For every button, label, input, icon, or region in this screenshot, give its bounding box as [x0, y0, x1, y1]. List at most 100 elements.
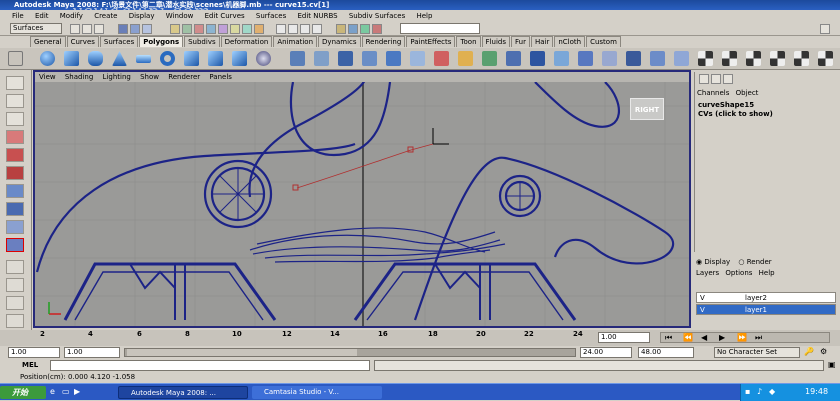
split-polygon-icon[interactable] [554, 51, 569, 66]
lasso-tool-icon[interactable] [6, 94, 24, 108]
menu-edit-curves[interactable]: Edit Curves [205, 12, 245, 20]
view-cube-label[interactable]: RIGHT [630, 98, 664, 120]
rotate-tool-icon[interactable] [6, 148, 24, 162]
boolean-union-icon[interactable] [386, 51, 401, 66]
channel-box-cvs[interactable]: CVs (click to show) [698, 110, 773, 118]
shelf-tab-subdivs[interactable]: Subdivs [184, 36, 220, 47]
top-right-curve[interactable] [534, 82, 620, 128]
mask-dynamics-icon[interactable] [230, 24, 240, 34]
viewport-menu-panels[interactable]: Panels [209, 73, 232, 81]
open-scene-icon[interactable] [82, 24, 92, 34]
last-tool-icon[interactable] [6, 238, 24, 252]
shelf-tab-dynamics[interactable]: Dynamics [318, 36, 361, 47]
mask-surfaces-icon[interactable] [206, 24, 216, 34]
layer-visibility[interactable]: V [700, 294, 705, 302]
uv-layout-icon[interactable] [722, 51, 737, 66]
channel-menu-channels[interactable]: Channels [697, 89, 729, 97]
viewport-menu-shading[interactable]: Shading [65, 73, 93, 81]
shelf-tab-polygons[interactable]: Polygons [139, 36, 184, 47]
character-set-dropdown[interactable]: No Character Set [714, 347, 800, 358]
mask-misc-icon[interactable] [254, 24, 264, 34]
display-radio-label[interactable]: Display [704, 258, 730, 266]
quicklaunch-ie-icon[interactable]: e [50, 387, 55, 396]
move-manipulator-icon[interactable] [432, 128, 449, 145]
go-start-icon[interactable]: ⏮ [665, 333, 672, 343]
select-component-icon[interactable] [142, 24, 152, 34]
bridge-icon[interactable] [482, 51, 497, 66]
quicklaunch-media-icon[interactable]: ▶ [74, 387, 80, 396]
mask-curves-icon[interactable] [194, 24, 204, 34]
layout-single-icon[interactable] [6, 260, 24, 274]
shelf-menu-icon[interactable] [8, 51, 23, 66]
channel-box-node[interactable]: curveShape15 [698, 101, 754, 109]
shelf-tab-rendering[interactable]: Rendering [361, 36, 406, 47]
insert-edge-loop-icon[interactable] [578, 51, 593, 66]
menu-file[interactable]: File [12, 12, 24, 20]
tray-network-icon[interactable]: ▪ [745, 387, 750, 396]
paint-select-tool-icon[interactable] [6, 112, 24, 126]
cylindrical-map-icon[interactable] [794, 51, 809, 66]
render-radio-label[interactable]: Render [747, 258, 772, 266]
tray-ime-icon[interactable]: ◆ [769, 387, 775, 396]
shelf-tab-fur[interactable]: Fur [510, 36, 530, 47]
menu-modify[interactable]: Modify [60, 12, 83, 20]
poly-plane-icon[interactable] [136, 55, 151, 63]
shelf-tab-ncloth[interactable]: nCloth [554, 36, 586, 47]
task-camtasia[interactable]: Camtasia Studio - V... [252, 386, 382, 399]
cv-point-0[interactable] [292, 184, 299, 191]
poly-cone-icon[interactable] [112, 51, 127, 66]
shelf-tab-toon[interactable]: Toon [456, 36, 481, 47]
layout-outliner-icon[interactable] [6, 314, 24, 328]
poly-cube-icon[interactable] [64, 51, 79, 66]
extract-icon[interactable] [338, 51, 353, 66]
layer-name[interactable]: layer1 [745, 306, 767, 314]
left-body-curve[interactable] [35, 142, 356, 273]
mel-input[interactable] [50, 360, 370, 371]
shelf-tab-fluids[interactable]: Fluids [481, 36, 510, 47]
poly-pipe-icon[interactable] [232, 51, 247, 66]
planar-map-icon[interactable] [770, 51, 785, 66]
checker-icon[interactable] [698, 51, 713, 66]
append-polygon-icon[interactable] [506, 51, 521, 66]
render-globals-icon[interactable] [372, 24, 382, 34]
viewport-menu-show[interactable]: Show [140, 73, 159, 81]
poly-cylinder-icon[interactable] [88, 51, 103, 66]
channel-menu-object[interactable]: Object [736, 89, 759, 97]
shelf-tab-surfaces[interactable]: Surfaces [99, 36, 139, 47]
viewport-menu-view[interactable]: View [39, 73, 56, 81]
fill-hole-icon[interactable] [530, 51, 545, 66]
shelf-tab-curves[interactable]: Curves [66, 36, 99, 47]
play-forward-icon[interactable]: ▶ [719, 333, 725, 342]
select-tool-icon[interactable] [6, 76, 24, 90]
layer-row-selected[interactable]: V layer1 [696, 304, 836, 315]
shelf-tab-hair[interactable]: Hair [530, 36, 554, 47]
snap-view-plane-icon[interactable] [312, 24, 322, 34]
shelf-tab-general[interactable]: General [30, 36, 66, 47]
step-back-icon[interactable]: ⏪ [683, 333, 693, 342]
poly-sphere-icon[interactable] [40, 51, 55, 66]
viewport-menu-lighting[interactable]: Lighting [103, 73, 131, 81]
start-button[interactable]: 开始 [0, 386, 46, 399]
viewport-panel[interactable]: View Shading Lighting Show Renderer Pane… [33, 70, 691, 328]
menu-surfaces[interactable]: Surfaces [256, 12, 286, 20]
universal-manipulator-icon[interactable] [6, 184, 24, 198]
mask-deformations-icon[interactable] [218, 24, 228, 34]
select-object-icon[interactable] [130, 24, 140, 34]
menu-edit[interactable]: Edit [35, 12, 49, 20]
snap-curve-icon[interactable] [288, 24, 298, 34]
layer-name[interactable]: layer2 [745, 294, 767, 302]
spherical-map-icon[interactable] [818, 51, 833, 66]
start-time-field[interactable]: 1.00 [8, 347, 60, 358]
menu-create[interactable]: Create [94, 12, 117, 20]
time-slider[interactable]: 2 4 6 8 10 12 14 16 18 20 22 24 1.00 ⏮ ⏪… [0, 330, 840, 346]
prefs-icon[interactable]: ⚙ [820, 347, 827, 356]
collapse-icon[interactable] [650, 51, 665, 66]
current-time-field[interactable]: 1.00 [598, 332, 650, 343]
move-tool-icon[interactable] [6, 130, 24, 144]
scale-tool-icon[interactable] [6, 166, 24, 180]
mask-handles-icon[interactable] [170, 24, 180, 34]
new-scene-icon[interactable] [70, 24, 80, 34]
playback-end-field[interactable]: 24.00 [580, 347, 632, 358]
merge-icon[interactable] [626, 51, 641, 66]
wedge-icon[interactable] [674, 51, 689, 66]
